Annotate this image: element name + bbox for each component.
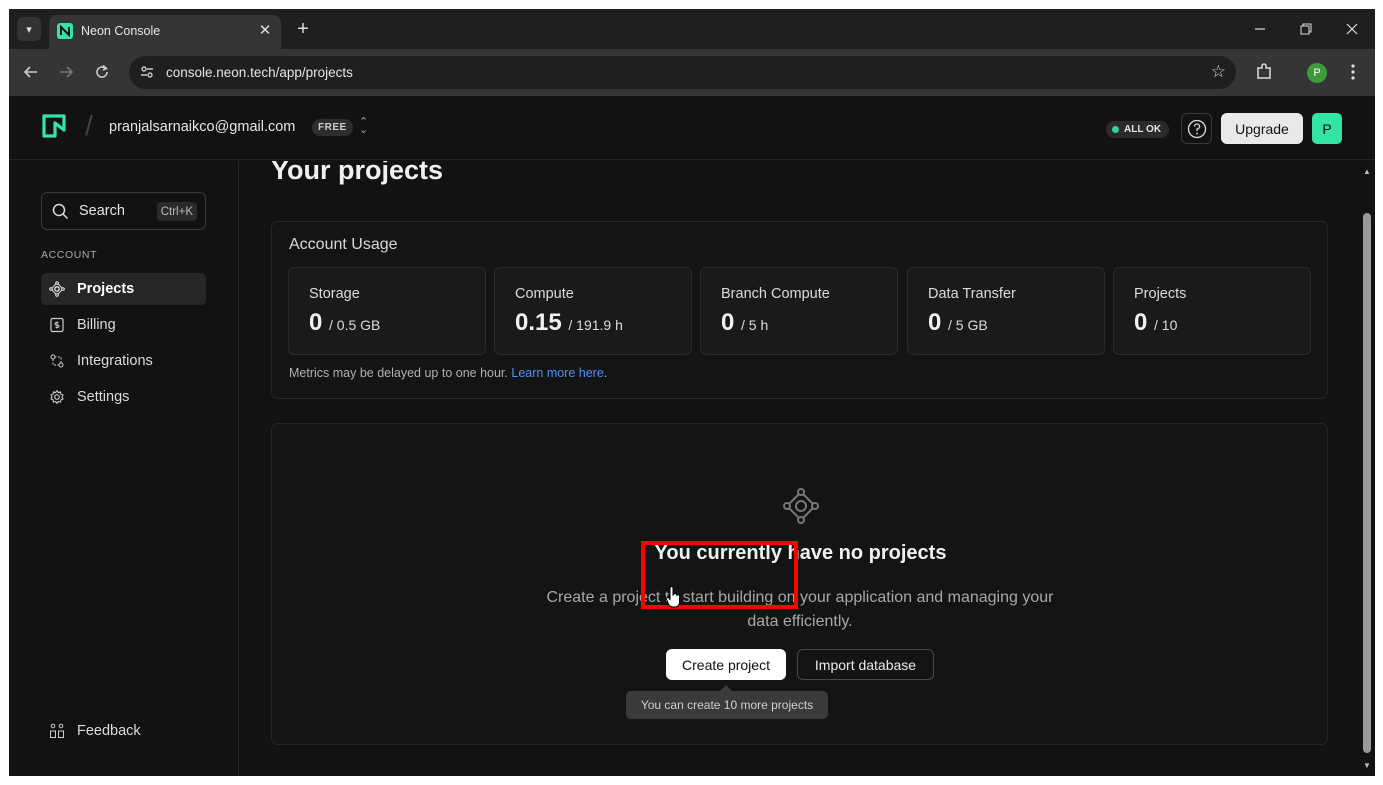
neon-logo-icon[interactable]	[41, 113, 67, 139]
neon-console-app: / pranjalsarnaikco@gmail.com FREE ⌃ ⌄ ALL…	[9, 96, 1375, 776]
import-database-button[interactable]: Import database	[797, 649, 934, 680]
metric-compute: Compute 0.15 / 191.9 h	[494, 267, 692, 355]
metric-limit: / 10	[1154, 317, 1178, 333]
help-icon	[1187, 119, 1206, 138]
address-bar[interactable]: console.neon.tech/app/projects ☆	[129, 56, 1236, 89]
scroll-up-icon[interactable]: ▲	[1363, 167, 1371, 176]
create-project-button[interactable]: Create project	[666, 649, 786, 680]
site-info-icon[interactable]	[139, 64, 155, 80]
feedback-label: Feedback	[77, 723, 141, 739]
upgrade-button[interactable]: Upgrade	[1221, 113, 1303, 144]
create-project-tooltip: You can create 10 more projects	[626, 685, 828, 719]
app-header: / pranjalsarnaikco@gmail.com FREE ⌃ ⌄ ALL…	[9, 96, 1375, 160]
sidebar-item-label: Projects	[77, 281, 135, 297]
bookmark-star-icon[interactable]: ☆	[1211, 62, 1226, 82]
account-email[interactable]: pranjalsarnaikco@gmail.com	[109, 119, 295, 135]
metric-data-transfer: Data Transfer 0 / 5 GB	[907, 267, 1105, 355]
sidebar-item-integrations[interactable]: Integrations	[41, 345, 206, 377]
search-label: Search	[79, 203, 125, 219]
metrics-note: Metrics may be delayed up to one hour. L…	[289, 366, 608, 380]
status-text: ALL OK	[1124, 124, 1162, 135]
empty-projects-card: You currently have no projects Create a …	[271, 423, 1328, 745]
browser-window: ▾ Neon Console ✕ + console.neon.tech/app…	[9, 9, 1375, 776]
metric-label: Branch Compute	[721, 286, 830, 302]
metric-limit: / 5 GB	[948, 317, 988, 333]
hand-cursor-icon	[666, 586, 681, 608]
scrollbar-thumb[interactable]	[1363, 213, 1371, 753]
metric-value: 0.15 / 191.9 h	[515, 309, 623, 336]
metric-value: 0 / 5 h	[721, 309, 769, 336]
status-badge[interactable]: ALL OK	[1106, 121, 1170, 138]
empty-state-description: Create a project to start building on yo…	[546, 589, 1054, 630]
sidebar: Search Ctrl+K ACCOUNT Projects Billing I…	[9, 161, 239, 776]
billing-icon	[50, 317, 64, 333]
forward-icon[interactable]	[54, 60, 78, 84]
back-icon[interactable]	[19, 60, 43, 84]
metric-value: 0 / 5 GB	[928, 309, 988, 336]
tab-title: Neon Console	[81, 24, 161, 38]
account-switcher-icon[interactable]: ⌃ ⌄	[359, 117, 368, 136]
metric-label: Compute	[515, 286, 574, 302]
feedback-button[interactable]: Feedback	[41, 715, 206, 747]
metric-limit: / 5 h	[741, 317, 769, 333]
main-content: Your projects Account Usage Storage 0 / …	[240, 161, 1358, 776]
reload-icon[interactable]	[90, 60, 114, 84]
search-icon	[52, 203, 69, 220]
tab-search-button[interactable]: ▾	[17, 17, 41, 41]
gear-icon	[50, 389, 64, 405]
close-window-icon[interactable]	[1337, 17, 1367, 41]
breadcrumb-separator: /	[85, 110, 93, 141]
account-section-label: ACCOUNT	[41, 249, 98, 261]
metric-limit: / 191.9 h	[568, 317, 623, 333]
scroll-down-icon[interactable]: ▼	[1363, 761, 1371, 770]
sidebar-item-projects[interactable]: Projects	[41, 273, 206, 305]
profile-avatar[interactable]: P	[1307, 63, 1327, 83]
metric-label: Storage	[309, 286, 360, 302]
minimize-icon[interactable]	[1245, 17, 1275, 41]
extensions-icon[interactable]	[1253, 61, 1275, 83]
sidebar-item-settings[interactable]: Settings	[41, 381, 206, 413]
projects-empty-icon	[783, 488, 819, 524]
sidebar-item-label: Billing	[77, 317, 116, 333]
metric-projects: Projects 0 / 10	[1113, 267, 1311, 355]
integrations-icon	[50, 354, 64, 368]
sidebar-item-label: Settings	[77, 389, 130, 405]
scrollbar[interactable]: ▲ ▼	[1360, 161, 1375, 776]
usage-title: Account Usage	[289, 236, 398, 253]
metric-label: Data Transfer	[928, 286, 1016, 302]
metric-limit: / 0.5 GB	[329, 317, 381, 333]
empty-state-title: You currently have no projects	[654, 542, 947, 564]
status-dot	[1112, 126, 1119, 133]
browser-toolbar: console.neon.tech/app/projects ☆ P	[9, 49, 1375, 96]
user-avatar[interactable]: P	[1312, 113, 1342, 144]
metric-label: Projects	[1134, 286, 1187, 302]
metric-value: 0 / 0.5 GB	[309, 309, 381, 336]
browser-menu-icon[interactable]	[1342, 61, 1364, 83]
learn-more-link[interactable]: Learn more here	[511, 366, 603, 380]
url-text: console.neon.tech/app/projects	[166, 65, 353, 80]
neon-favicon-icon	[57, 23, 73, 39]
plan-badge: FREE	[312, 119, 353, 136]
page-title: Your projects	[271, 161, 444, 185]
browser-tab[interactable]: Neon Console ✕	[49, 15, 281, 49]
metric-storage: Storage 0 / 0.5 GB	[288, 267, 486, 355]
tab-close-icon[interactable]: ✕	[255, 20, 275, 40]
metric-branch-compute: Branch Compute 0 / 5 h	[700, 267, 898, 355]
restore-icon[interactable]	[1291, 17, 1321, 41]
tab-strip: ▾ Neon Console ✕ +	[9, 9, 1375, 49]
help-button[interactable]	[1181, 113, 1212, 144]
new-tab-button[interactable]: +	[291, 17, 315, 41]
metric-value: 0 / 10	[1134, 309, 1178, 336]
account-usage-card: Account Usage Storage 0 / 0.5 GB Compute…	[271, 221, 1328, 399]
projects-icon	[49, 281, 65, 297]
sidebar-item-billing[interactable]: Billing	[41, 309, 206, 341]
search-shortcut: Ctrl+K	[156, 202, 197, 221]
search-button[interactable]: Search Ctrl+K	[41, 192, 206, 230]
sidebar-item-label: Integrations	[77, 353, 153, 369]
feedback-icon	[50, 723, 64, 738]
